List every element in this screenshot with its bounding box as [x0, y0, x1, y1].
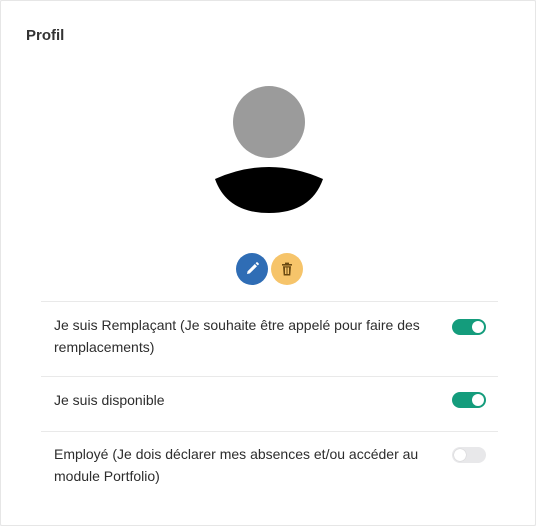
toggle-remplacant[interactable] — [452, 319, 486, 335]
toggle-knob — [454, 449, 466, 461]
toggle-knob — [472, 321, 484, 333]
delete-avatar-button[interactable] — [271, 253, 303, 285]
toggle-knob — [472, 394, 484, 406]
card-title: Profil — [26, 27, 65, 44]
pencil-icon — [247, 262, 259, 274]
avatar — [213, 85, 325, 213]
settings-list: Je suis Remplaçant (Je souhaite être app… — [41, 301, 498, 502]
profile-card: Profil Je suis Remplaçant (Je souhaite ê… — [0, 0, 536, 526]
toggle-employe[interactable] — [452, 447, 486, 463]
setting-row-remplacant: Je suis Remplaçant (Je souhaite être app… — [41, 301, 498, 376]
setting-row-employe: Employé (Je dois déclarer mes absences e… — [41, 431, 498, 502]
user-silhouette-icon — [215, 86, 323, 213]
trash-icon — [282, 262, 292, 276]
setting-label-employe: Employé (Je dois déclarer mes absences e… — [54, 446, 419, 484]
toggle-disponible[interactable] — [452, 392, 486, 408]
setting-label-disponible: Je suis disponible — [54, 392, 165, 408]
edit-avatar-button[interactable] — [236, 253, 268, 285]
setting-row-disponible: Je suis disponible — [41, 376, 498, 431]
setting-label-remplacant: Je suis Remplaçant (Je souhaite être app… — [54, 317, 420, 355]
avatar-actions — [236, 253, 303, 285]
